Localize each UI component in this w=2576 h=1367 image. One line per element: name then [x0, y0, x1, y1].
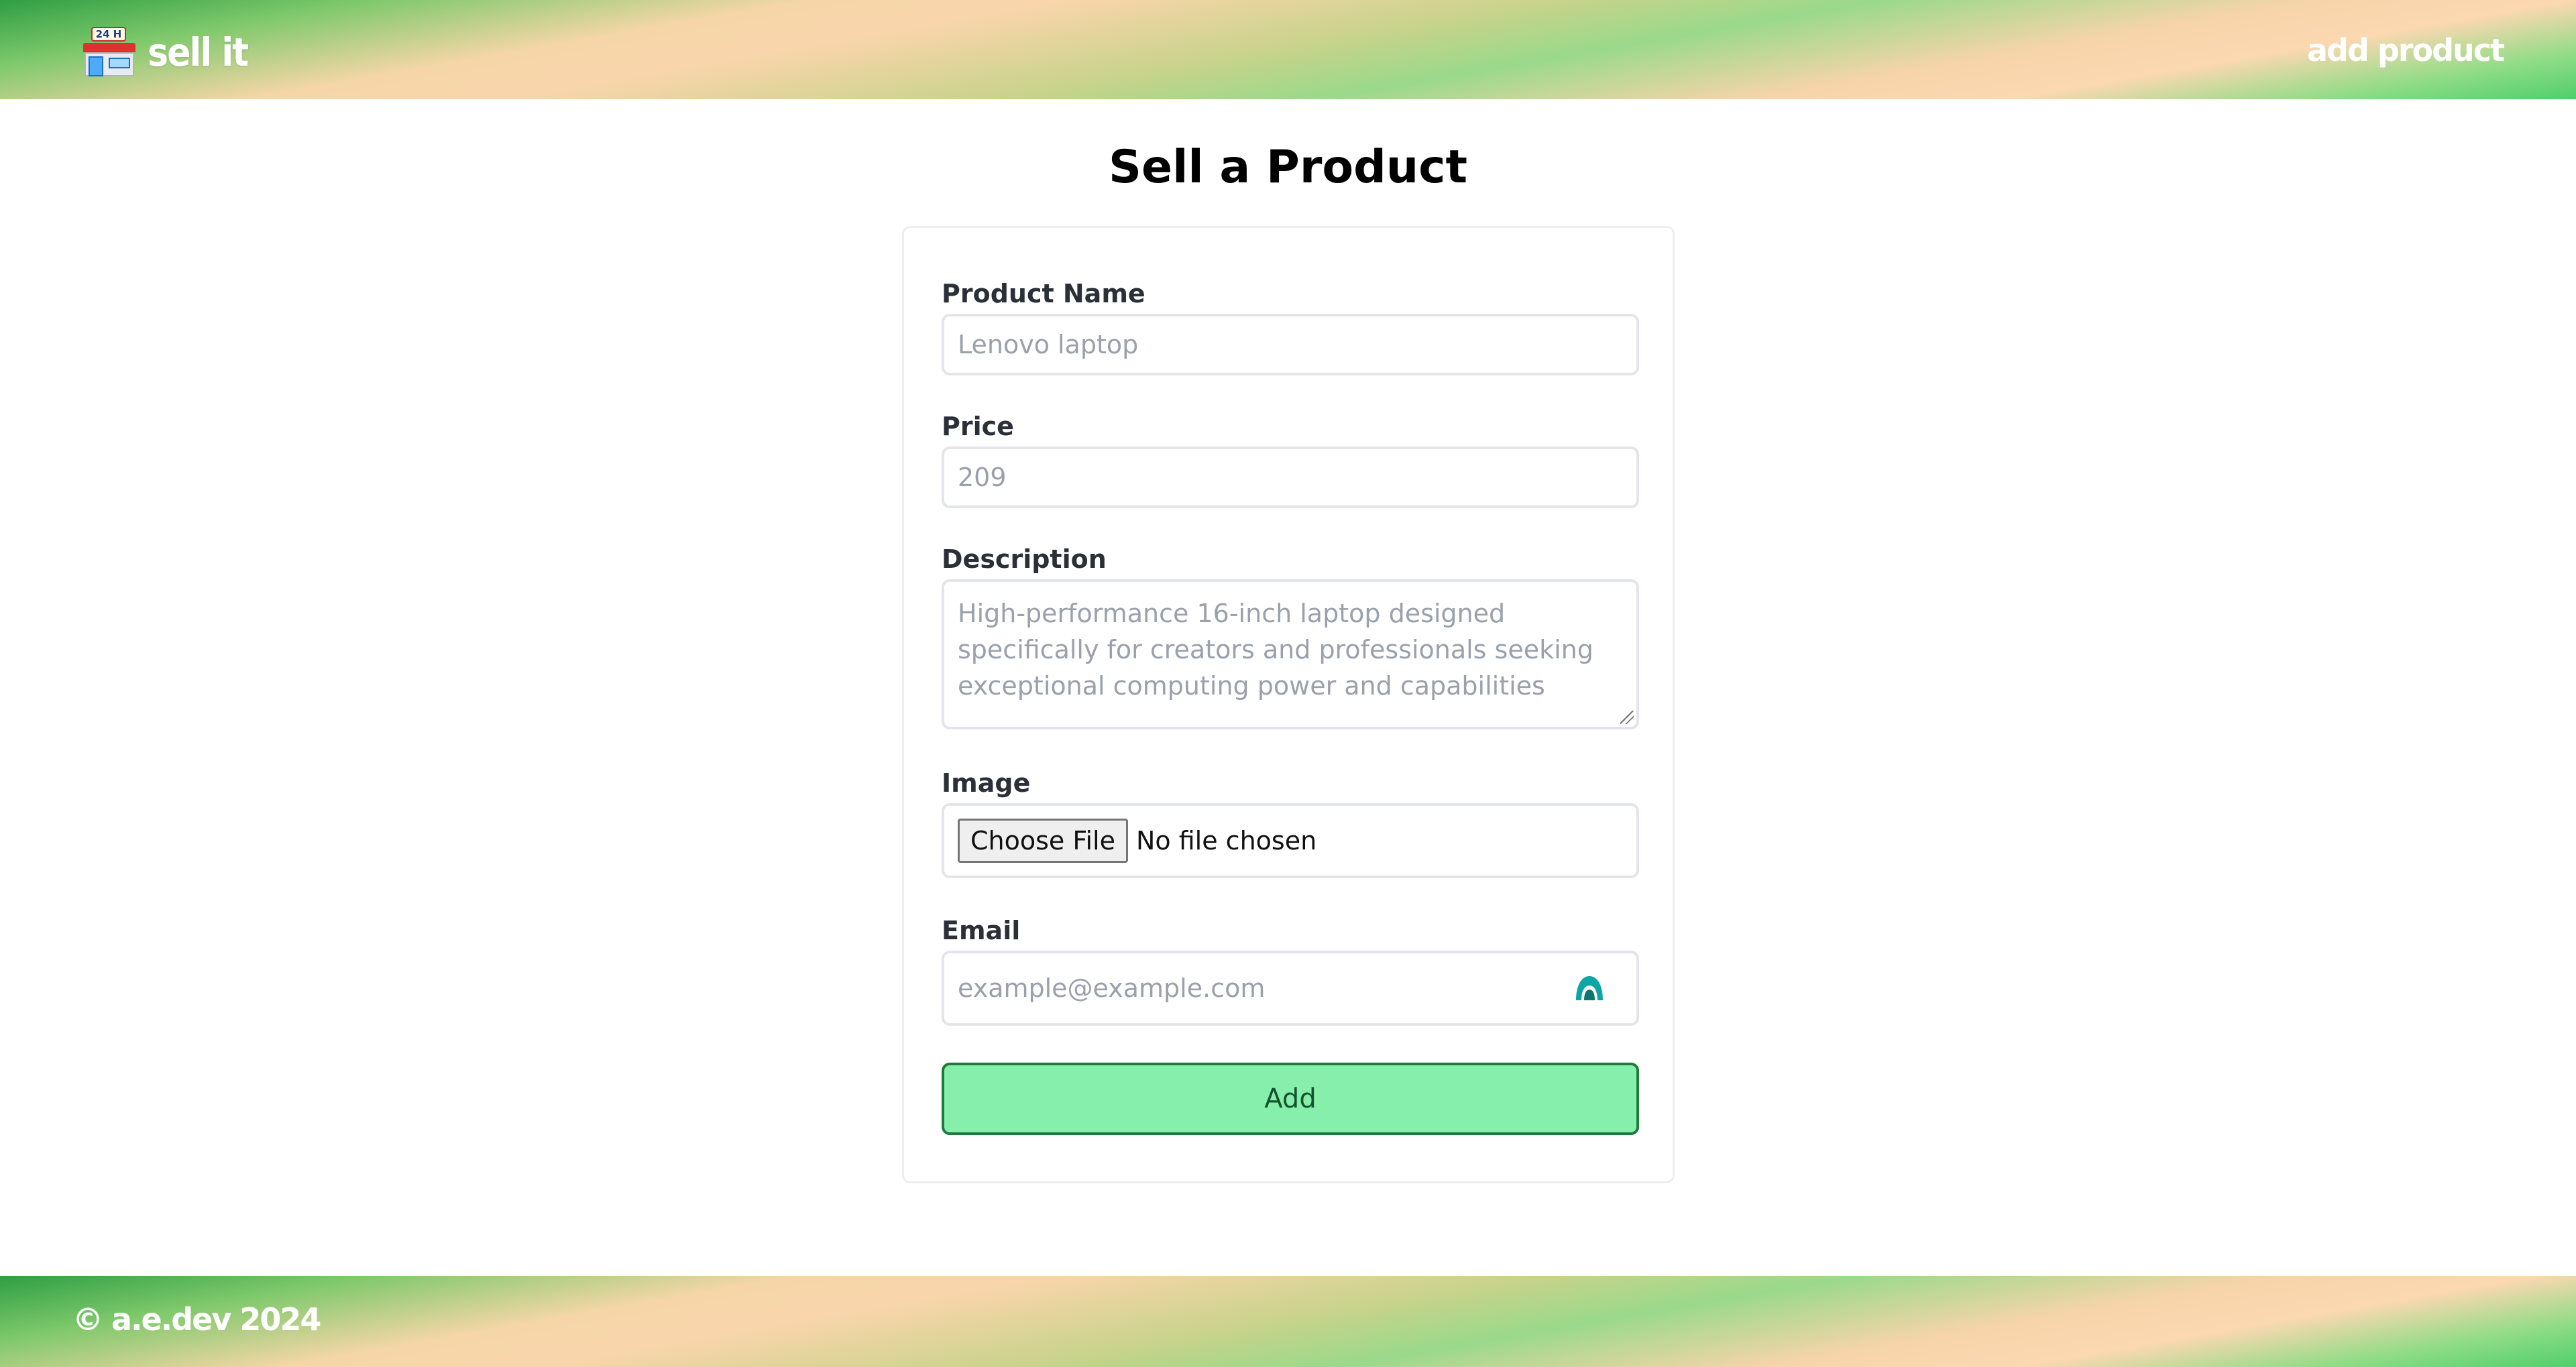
description-placeholder: High-performance 16-inch laptop designed…: [958, 599, 1593, 701]
brand-name: sell it: [148, 29, 249, 75]
sell-product-form: Product Name Lenovo laptop Price 209 Des…: [902, 226, 1675, 1183]
add-product-link[interactable]: add product: [2307, 32, 2505, 70]
convenience-store-icon: 24 H: [82, 25, 137, 79]
password-manager-icon[interactable]: [1573, 973, 1606, 1002]
product-name-label: Product Name: [942, 279, 1145, 308]
page: 24 H sell it add product Sell a Product …: [0, 0, 2576, 1367]
site-header: 24 H sell it add product: [0, 0, 2576, 99]
email-placeholder: example@example.com: [958, 973, 1266, 1003]
email-label: Email: [942, 916, 1021, 945]
image-file-input[interactable]: Choose File No file chosen: [942, 803, 1639, 878]
site-footer: © a.e.dev 2024: [0, 1276, 2576, 1367]
resize-handle-icon[interactable]: [1620, 711, 1634, 724]
choose-file-button[interactable]: Choose File: [958, 819, 1128, 863]
email-input[interactable]: example@example.com: [942, 951, 1639, 1026]
brand[interactable]: 24 H sell it: [82, 25, 249, 79]
store-sign: 24 H: [91, 27, 126, 42]
image-label: Image: [942, 768, 1031, 798]
price-input[interactable]: 209: [942, 447, 1639, 508]
description-label: Description: [942, 544, 1107, 574]
product-name-input[interactable]: Lenovo laptop: [942, 314, 1639, 375]
price-label: Price: [942, 412, 1014, 441]
add-button[interactable]: Add: [942, 1063, 1639, 1135]
file-status: No file chosen: [1135, 826, 1317, 855]
copyright-text: © a.e.dev 2024: [72, 1301, 321, 1338]
description-textarea[interactable]: High-performance 16-inch laptop designed…: [942, 579, 1639, 729]
page-title: Sell a Product: [1109, 141, 1467, 194]
